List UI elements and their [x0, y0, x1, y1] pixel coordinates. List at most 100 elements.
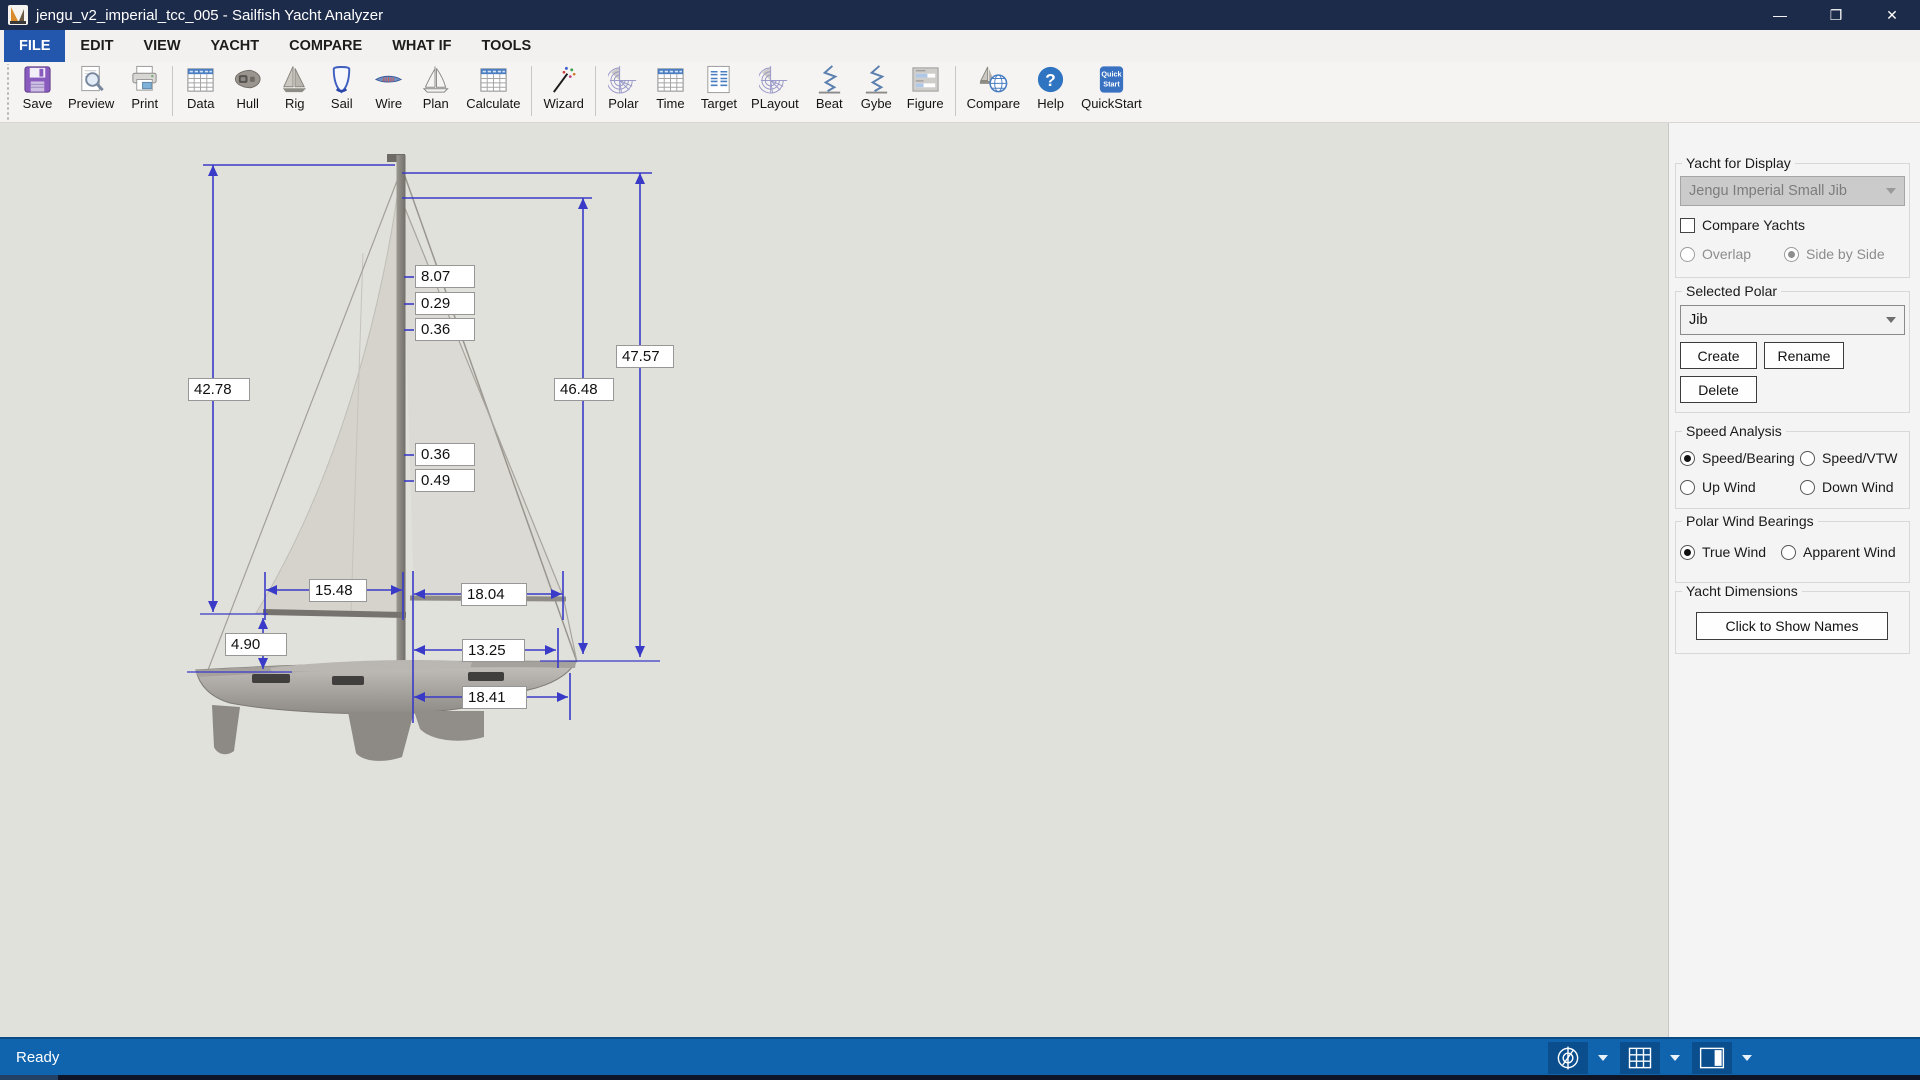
toolbar-button-label: Beat [816, 96, 843, 111]
menu-item-file[interactable]: FILE [4, 30, 65, 62]
delete-button[interactable]: Delete [1680, 376, 1757, 403]
radio-icon [1781, 545, 1796, 560]
dimension-label: 0.36 [415, 443, 475, 466]
true-wind-radio[interactable]: True Wind [1680, 544, 1766, 560]
group-title: Polar Wind Bearings [1682, 513, 1818, 529]
minimize-button[interactable]: — [1752, 0, 1808, 30]
dimension-label: 13.25 [462, 639, 525, 662]
toolbar-button-label: Gybe [861, 96, 892, 111]
radio-icon [1680, 451, 1695, 466]
menu-item-view[interactable]: VIEW [128, 30, 195, 62]
hull-button[interactable]: Hull [224, 62, 271, 111]
plan-icon [419, 64, 452, 95]
toolbar-separator [172, 66, 173, 116]
apparent-wind-radio[interactable]: Apparent Wind [1781, 544, 1896, 560]
toolbar-button-label: Compare [967, 96, 1020, 111]
compare-button[interactable]: Compare [960, 62, 1027, 111]
yacht-drawing-canvas[interactable]: 8.07 0.29 0.36 47.57 42.78 46.48 0.36 0.… [0, 123, 1668, 1037]
maximize-restore-button[interactable]: ❐ [1808, 0, 1864, 30]
checkbox-icon [1680, 218, 1695, 233]
calculate-button[interactable]: Calculate [459, 62, 527, 111]
time-table-icon [654, 64, 687, 95]
rig-button[interactable]: Rig [271, 62, 318, 111]
help-button[interactable]: ? Help [1027, 62, 1074, 111]
dimension-label: 0.36 [415, 318, 475, 341]
gybe-zigzag-icon [860, 64, 893, 95]
show-names-button[interactable]: Click to Show Names [1696, 612, 1888, 640]
quickstart-badge-icon: Quick Start [1095, 64, 1128, 95]
split-view-dropdown-arrow[interactable] [1742, 1055, 1752, 1061]
menu-item-what-if[interactable]: WHAT IF [377, 30, 466, 62]
speed-bearing-radio[interactable]: Speed/Bearing [1680, 450, 1795, 466]
toolbar-button-label: Preview [68, 96, 114, 111]
toolbar-button-label: Figure [907, 96, 944, 111]
split-view-button[interactable] [1692, 1042, 1732, 1074]
wire-button[interactable]: Wire [365, 62, 412, 111]
dimension-label: 18.04 [461, 583, 527, 606]
figure-button[interactable]: Figure [900, 62, 951, 111]
data-button[interactable]: Data [177, 62, 224, 111]
beat-button[interactable]: Beat [806, 62, 853, 111]
hull [196, 660, 576, 761]
dimension-label: 0.49 [415, 469, 475, 492]
menu-item-edit[interactable]: EDIT [65, 30, 128, 62]
svg-text:?: ? [1045, 70, 1056, 90]
overlap-radio: Overlap [1680, 246, 1751, 262]
toolbar-button-label: Save [23, 96, 53, 111]
help-icon: ? [1034, 64, 1067, 95]
menu-item-tools[interactable]: TOOLS [467, 30, 547, 62]
menu-item-yacht[interactable]: YACHT [196, 30, 275, 62]
target-button[interactable]: Target [694, 62, 744, 111]
beat-zigzag-icon [813, 64, 846, 95]
toolbar-separator [595, 66, 596, 116]
yacht-dimensions-group: Yacht Dimensions Click to Show Names [1675, 591, 1910, 654]
playout-button[interactable]: PLayout [744, 62, 806, 111]
menu-item-compare[interactable]: COMPARE [274, 30, 377, 62]
polar-button[interactable]: Polar [600, 62, 647, 111]
toolbar-button-label: Polar [608, 96, 638, 111]
toolbar-button-label: Calculate [466, 96, 520, 111]
plan-button[interactable]: Plan [412, 62, 459, 111]
preview-button[interactable]: Preview [61, 62, 121, 111]
figure-panel-icon [909, 64, 942, 95]
selected-polar-dropdown[interactable]: Jib [1680, 305, 1905, 335]
mast [397, 155, 406, 671]
print-button[interactable]: Print [121, 62, 168, 111]
up-wind-radio[interactable]: Up Wind [1680, 479, 1756, 495]
restore-icon: ❐ [1830, 7, 1843, 24]
wire-icon [372, 64, 405, 95]
toolbar-button-label: Help [1037, 96, 1064, 111]
create-button[interactable]: Create [1680, 342, 1757, 369]
toolbar-grip[interactable] [4, 64, 12, 120]
close-icon: ✕ [1886, 7, 1898, 24]
dimension-label: 18.41 [462, 686, 527, 709]
toolbar-button-label: Wizard [543, 96, 583, 111]
polar-view-dropdown-arrow[interactable] [1598, 1055, 1608, 1061]
polar-layout-icon [758, 64, 791, 95]
toolbar-button-label: Hull [237, 96, 259, 111]
compare-yachts-checkbox[interactable]: Compare Yachts [1680, 217, 1805, 233]
yacht-display-dropdown[interactable]: Jengu Imperial Small Jib [1680, 176, 1905, 206]
toolbar-button-label: Sail [331, 96, 353, 111]
close-button[interactable]: ✕ [1864, 0, 1920, 30]
grid-view-button[interactable] [1620, 1042, 1660, 1074]
chevron-down-icon [1886, 188, 1896, 194]
polar-view-button[interactable] [1548, 1042, 1588, 1074]
gybe-button[interactable]: Gybe [853, 62, 900, 111]
rename-button[interactable]: Rename [1764, 342, 1844, 369]
titlebar: jengu_v2_imperial_tcc_005 - Sailfish Yac… [0, 0, 1920, 30]
sail-button[interactable]: Sail [318, 62, 365, 111]
wizard-button[interactable]: Wizard [536, 62, 590, 111]
save-button[interactable]: Save [14, 62, 61, 111]
group-title: Speed Analysis [1682, 423, 1786, 439]
down-wind-radio[interactable]: Down Wind [1800, 479, 1894, 495]
radio-icon [1680, 480, 1695, 495]
rudder [212, 705, 240, 754]
quickstart-button[interactable]: Quick Start QuickStart [1074, 62, 1149, 111]
radio-icon [1800, 480, 1815, 495]
polar-wind-bearings-group: Polar Wind Bearings True Wind Apparent W… [1675, 521, 1910, 583]
grid-view-dropdown-arrow[interactable] [1670, 1055, 1680, 1061]
time-button[interactable]: Time [647, 62, 694, 111]
svg-text:Quick: Quick [1101, 70, 1122, 79]
speed-vtw-radio[interactable]: Speed/VTW [1800, 450, 1897, 466]
